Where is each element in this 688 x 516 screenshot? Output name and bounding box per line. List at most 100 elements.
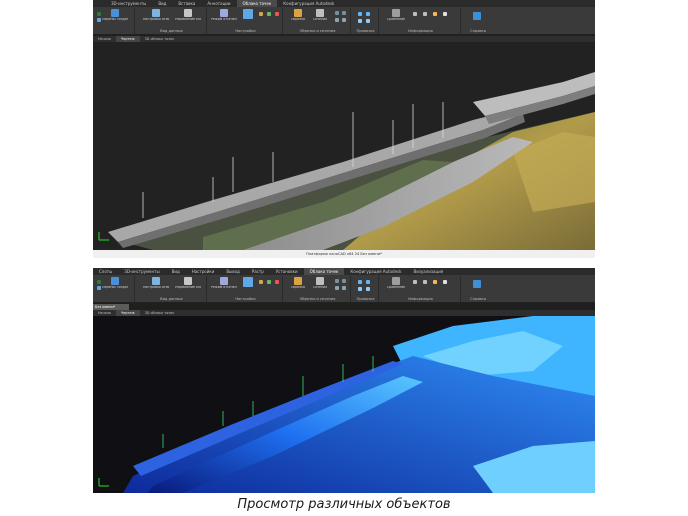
snap-icon[interactable] (358, 280, 362, 284)
section-button[interactable]: Сечения (307, 9, 333, 27)
ribbon-group-help: Справка (463, 8, 493, 34)
ribbon-group-snap: Привязка (353, 8, 379, 34)
tool-icon[interactable] (335, 11, 339, 15)
viewport-3d-natural[interactable] (93, 42, 595, 250)
ribbon-tab[interactable]: 3D-инструменты (105, 0, 152, 7)
info-icon[interactable] (443, 12, 447, 16)
small-tool-icon[interactable] (97, 286, 101, 290)
clip-mode-button[interactable]: Режим отсечения (211, 9, 237, 27)
ribbon-group-import: Перенос создание (95, 8, 135, 34)
group-label: Информация (408, 29, 433, 33)
tool-icon[interactable] (259, 12, 263, 16)
group-label: Настройки (235, 29, 256, 33)
ribbon-tab[interactable] (93, 4, 105, 5)
help-book-icon[interactable] (473, 280, 481, 288)
ribbon-group-crop-section: Обрезка Сечения Обрезка и сечения (285, 276, 351, 302)
small-tool-icon[interactable] (97, 18, 101, 22)
tool-icon[interactable] (267, 280, 271, 284)
ribbon-tab[interactable]: Настройки (186, 268, 221, 275)
group-label: Информация (408, 297, 433, 301)
group-label: Обрезка и сечения (299, 297, 336, 301)
display-settings-button[interactable]: Настройка отображения (143, 277, 169, 295)
ribbon-tab[interactable]: Вывод (220, 268, 245, 275)
cloud-icon[interactable] (423, 12, 427, 16)
section-icon (316, 9, 324, 17)
viewport-3d-elevation[interactable] (93, 316, 595, 493)
tool-icon[interactable] (342, 18, 346, 22)
import-button[interactable]: Перенос создание (102, 277, 128, 295)
ribbon-group-import: Перенос создание (95, 276, 135, 302)
ribbon-tab[interactable]: Вид (152, 0, 172, 7)
cloud-icon[interactable] (413, 280, 417, 284)
ribbon-tab[interactable]: Слоты (93, 268, 118, 275)
ribbon-tab-bar: Слоты 3D-инструменты Вид Настройки Вывод Раст… (93, 268, 595, 275)
clip-mode-icon (220, 9, 228, 17)
tool-icon[interactable] (335, 286, 339, 290)
tool-icon[interactable] (267, 12, 271, 16)
tool-icon[interactable] (342, 286, 346, 290)
group-label: Привязка (356, 29, 375, 33)
tool-icon[interactable] (275, 280, 279, 284)
group-label: Справка (470, 297, 486, 301)
ribbon-group-snap: Привязка (353, 276, 379, 302)
ribbon-tab[interactable]: Вид (166, 268, 186, 275)
compare-button[interactable]: Сравнение (383, 9, 409, 27)
group-label: Привязка (356, 297, 375, 301)
box-select-button[interactable] (241, 9, 255, 27)
tool-icon[interactable] (275, 12, 279, 16)
compare-button[interactable]: Сравнение (383, 277, 409, 295)
snap-icon[interactable] (358, 12, 362, 16)
display-settings-button[interactable]: Настройка отображения (143, 9, 169, 27)
tool-icon[interactable] (342, 279, 346, 283)
ribbon-panel: Перенос создание Настройка отображения У… (93, 275, 595, 303)
cloud-icon[interactable] (423, 280, 427, 284)
ribbon-group-help: Справка (463, 276, 493, 302)
ribbon-group-crop-section: Обрезка Сечения Обрезка и сечения (285, 8, 351, 34)
cloud-import-icon (111, 277, 119, 285)
measure-icon[interactable] (433, 280, 437, 284)
section-button[interactable]: Сечения (307, 277, 333, 295)
snap-icon[interactable] (366, 280, 370, 284)
ribbon-tab[interactable]: Аннотации (201, 0, 236, 7)
cloud-icon[interactable] (413, 12, 417, 16)
small-tool-icon[interactable] (97, 280, 101, 284)
ribbon-tab[interactable]: Вставка (172, 0, 201, 7)
ribbon-group-info: Сравнение Информация (381, 276, 461, 302)
ribbon-tab[interactable]: Конфигурация Autodesk (344, 268, 407, 275)
ribbon-tab[interactable]: Растр (246, 268, 270, 275)
section-icon (316, 277, 324, 285)
snap-icon[interactable] (358, 19, 362, 23)
display-settings-icon (152, 9, 160, 17)
ribbon-tab-point-cloud[interactable]: Облако точек (303, 268, 345, 275)
help-book-icon[interactable] (473, 12, 481, 20)
ribbon-tab[interactable]: Конфигурация Autodesk (277, 0, 340, 7)
compare-icon (392, 277, 400, 285)
class-manager-button[interactable]: Управление классами (175, 277, 201, 295)
display-settings-icon (152, 277, 160, 285)
small-tool-icon[interactable] (97, 12, 101, 16)
clip-mode-button[interactable]: Режим отсечения (211, 277, 237, 295)
snap-icon[interactable] (366, 287, 370, 291)
class-manager-button[interactable]: Управление классами (175, 9, 201, 27)
ribbon-tab[interactable]: Установки (270, 268, 304, 275)
tool-icon[interactable] (259, 280, 263, 284)
ribbon-tab-bar: 3D-инструменты Вид Вставка Аннотации Облако … (93, 0, 595, 7)
ribbon-tab-point-cloud[interactable]: Облако точек (236, 0, 278, 7)
ribbon-tab[interactable]: 3D-инструменты (118, 268, 165, 275)
info-icon[interactable] (443, 280, 447, 284)
snap-icon[interactable] (358, 287, 362, 291)
point-cloud-render (98, 72, 595, 250)
status-bar: Платформа nanoCAD x64 24 Без имени* (93, 250, 595, 258)
box-select-button[interactable] (241, 277, 255, 295)
crop-icon (294, 9, 302, 17)
tool-icon[interactable] (335, 18, 339, 22)
measure-icon[interactable] (433, 12, 437, 16)
ucs-icon (98, 232, 109, 241)
snap-icon[interactable] (366, 12, 370, 16)
ribbon-tab[interactable]: Визуализация (407, 268, 449, 275)
tool-icon[interactable] (335, 279, 339, 283)
import-button[interactable]: Перенос создание (102, 9, 128, 27)
tool-icon[interactable] (342, 11, 346, 15)
snap-icon[interactable] (366, 19, 370, 23)
ribbon-group-data-view: Настройка отображения Управление классам… (137, 276, 207, 302)
